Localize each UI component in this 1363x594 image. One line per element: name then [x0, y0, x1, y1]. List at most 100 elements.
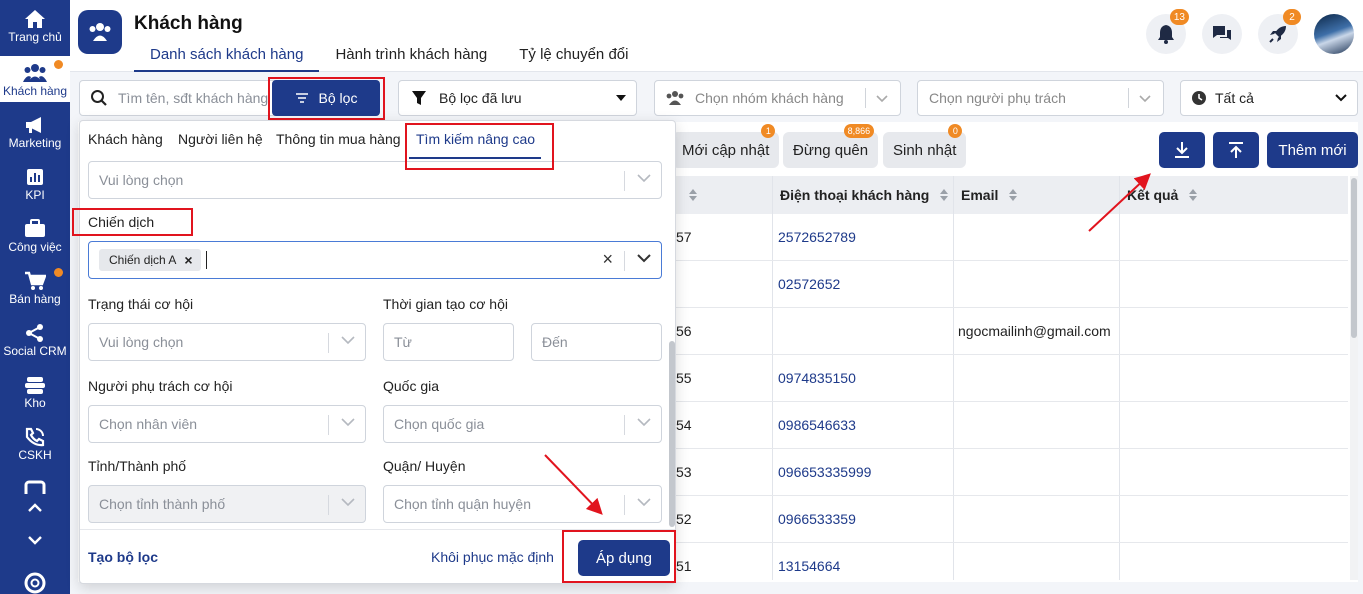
- opportunity-status-select[interactable]: Vui lòng chọn: [88, 323, 366, 361]
- reset-default-link[interactable]: Khôi phục mặc định: [431, 549, 554, 565]
- search-input[interactable]: [118, 90, 268, 106]
- tag-remove-icon[interactable]: ×: [184, 252, 192, 268]
- table-scrollbar[interactable]: [1350, 176, 1358, 580]
- chip-recently-updated[interactable]: Mới cập nhật 1: [672, 124, 780, 168]
- sidebar-item-tasks[interactable]: Công việc: [0, 218, 70, 254]
- column-header-phone[interactable]: Điện thoại khách hàng: [772, 176, 953, 214]
- sidebar-item-label: Trang chủ: [8, 30, 62, 44]
- customer-group-select[interactable]: Chọn nhóm khách hàng: [654, 80, 901, 116]
- phone-cell[interactable]: 0966533359: [778, 496, 856, 542]
- sidebar-item-cskh[interactable]: CSKH: [0, 426, 70, 462]
- table-row[interactable]: 53 096653335999: [676, 449, 1348, 496]
- select-placeholder: Vui lòng chọn: [99, 172, 184, 188]
- column-header-result[interactable]: Kết quả: [1119, 176, 1348, 214]
- download-button[interactable]: [1159, 132, 1205, 168]
- tab-customer[interactable]: Khách hàng: [88, 131, 163, 147]
- filter-panel: Khách hàng Người liên hệ Thông tin mua h…: [79, 120, 676, 584]
- from-date-field[interactable]: Từ: [383, 323, 514, 361]
- scroll-up-icon[interactable]: [0, 502, 70, 514]
- table-row[interactable]: 54 0986546633: [676, 402, 1348, 449]
- sidebar-item-marketing[interactable]: Marketing: [0, 114, 70, 150]
- tab-conversion-rate[interactable]: Tỷ lệ chuyển đổi: [503, 46, 644, 72]
- scroll-down-icon[interactable]: [0, 534, 70, 546]
- chip-label: Đừng quên: [793, 141, 869, 159]
- to-date-field[interactable]: Đến: [531, 323, 662, 361]
- column-header-label: Kết quả: [1127, 187, 1179, 203]
- clear-icon[interactable]: ×: [602, 249, 613, 270]
- owner-select[interactable]: Chọn người phụ trách: [917, 80, 1164, 116]
- chevron-down-icon: [341, 418, 355, 427]
- sort-icon: [1009, 189, 1018, 201]
- phone-cell[interactable]: 096653335999: [778, 449, 871, 495]
- sidebar-item-label: Social CRM: [3, 344, 67, 358]
- owner-placeholder: Chọn người phụ trách: [929, 90, 1066, 106]
- scrollbar-thumb[interactable]: [1351, 178, 1357, 338]
- province-label: Tỉnh/Thành phố: [88, 458, 187, 474]
- table-row[interactable]: 56 ngocmailinh@gmail.com: [676, 308, 1348, 355]
- notification-button[interactable]: 13: [1146, 9, 1189, 54]
- sort-icon-cell[interactable]: [676, 176, 772, 214]
- sidebar-item-label: CSKH: [18, 448, 52, 462]
- text-cursor: [206, 251, 207, 269]
- phone-cell[interactable]: 2572652789: [778, 214, 856, 260]
- highlight-box-filter: [268, 77, 385, 120]
- avatar[interactable]: [1314, 14, 1354, 54]
- time-select[interactable]: Tất cả: [1180, 80, 1358, 116]
- chip-birthday[interactable]: Sinh nhật 0: [883, 124, 967, 168]
- tab-contact[interactable]: Người liên hệ: [178, 131, 263, 147]
- campaign-select[interactable]: Chiến dịch A × ×: [88, 241, 662, 279]
- panel-scrollbar[interactable]: [669, 165, 675, 527]
- column-header-label: Điện thoại khách hàng: [780, 187, 930, 203]
- chip-badge: 0: [948, 124, 963, 138]
- support-icon[interactable]: [0, 572, 70, 594]
- chevron-down-icon: [637, 254, 651, 263]
- country-select[interactable]: Chọn quốc gia: [383, 405, 662, 443]
- tab-customer-list[interactable]: Danh sách khách hàng: [134, 46, 320, 72]
- create-filter-link[interactable]: Tạo bộ lọc: [88, 549, 158, 565]
- province-select[interactable]: Chọn tỉnh thành phố: [88, 485, 366, 523]
- bell-icon: [1158, 25, 1174, 44]
- chat-icon: [1213, 26, 1231, 40]
- add-new-button[interactable]: Thêm mới: [1267, 132, 1358, 168]
- phone-cell[interactable]: 13154664: [778, 543, 840, 589]
- opportunity-owner-select[interactable]: Chọn nhân viên: [88, 405, 366, 443]
- bar-chart-icon: [23, 166, 47, 188]
- rocket-button[interactable]: 2: [1258, 9, 1301, 54]
- table-row[interactable]: 55 0974835150: [676, 355, 1348, 402]
- sidebar-item-customers[interactable]: Khách hàng: [0, 56, 70, 102]
- opportunity-status-label: Trạng thái cơ hội: [88, 296, 194, 312]
- country-label: Quốc gia: [383, 378, 440, 394]
- funnel-icon: [412, 91, 426, 105]
- notification-dot: [54, 60, 63, 69]
- chat-button[interactable]: [1202, 14, 1242, 54]
- scrollbar-thumb[interactable]: [669, 341, 675, 527]
- tab-purchase-info[interactable]: Thông tin mua hàng: [276, 131, 401, 147]
- customers-module-icon: [78, 10, 122, 54]
- saved-filter-select[interactable]: Bộ lọc đã lưu: [398, 80, 637, 116]
- phone-cell[interactable]: 0974835150: [778, 355, 856, 401]
- saved-filter-label: Bộ lọc đã lưu: [439, 90, 522, 106]
- page-header: Khách hàng Danh sách khách hàng Hành trì…: [70, 0, 1363, 72]
- sidebar-item-warehouse[interactable]: Kho: [0, 374, 70, 410]
- header-tabs: Danh sách khách hàng Hành trình khách hà…: [134, 46, 644, 72]
- phone-cell[interactable]: 02572652: [778, 261, 840, 307]
- table-row[interactable]: 02572652: [676, 261, 1348, 308]
- tab-customer-journey[interactable]: Hành trình khách hàng: [319, 46, 503, 72]
- rocket-icon: [1269, 26, 1286, 43]
- chip-label: Sinh nhật: [893, 141, 957, 159]
- table-row[interactable]: 57 2572652789: [676, 214, 1348, 261]
- phone-cell[interactable]: 0986546633: [778, 402, 856, 448]
- sidebar-item-sales[interactable]: Bán hàng: [0, 268, 70, 306]
- district-select[interactable]: Chọn tỉnh quận huyện: [383, 485, 662, 523]
- upload-button[interactable]: [1213, 132, 1259, 168]
- download-icon: [1175, 142, 1189, 158]
- sidebar-item-social-crm[interactable]: Social CRM: [0, 322, 70, 358]
- select-placeholder: Chọn quốc gia: [394, 416, 485, 432]
- table-row[interactable]: 52 0966533359: [676, 496, 1348, 543]
- chip-dont-forget[interactable]: Đừng quên 8,866: [783, 124, 879, 168]
- column-header-email[interactable]: Email: [953, 176, 1119, 214]
- sidebar-item-kpi[interactable]: KPI: [0, 166, 70, 202]
- table-row[interactable]: 51 13154664: [676, 543, 1348, 580]
- advanced-select-top[interactable]: Vui lòng chọn: [88, 161, 662, 199]
- sidebar-item-home[interactable]: Trang chủ: [0, 8, 70, 44]
